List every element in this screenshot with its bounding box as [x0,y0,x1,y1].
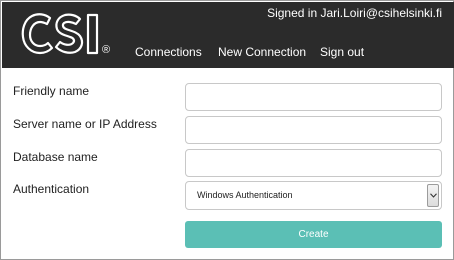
nav-sign-out-link[interactable]: Sign out [320,44,364,60]
authentication-label: Authentication [13,182,90,196]
authentication-selected-value: Windows Authentication [197,190,293,200]
database-name-label: Database name [13,150,98,164]
new-connection-window: ® Signed in Jari.Loiri@csihelsinki.fi Co… [0,0,454,260]
top-nav: Connections New Connection Sign out [2,44,454,62]
friendly-name-input[interactable] [185,83,442,111]
create-button[interactable]: Create [185,221,442,248]
database-name-input[interactable] [185,149,442,177]
server-name-label: Server name or IP Address [13,117,157,131]
chevron-down-icon[interactable] [427,184,439,207]
nav-new-connection-link[interactable]: New Connection [218,44,306,60]
authentication-select[interactable]: Windows Authentication [185,181,442,210]
friendly-name-label: Friendly name [13,84,90,98]
signed-in-text: Signed in Jari.Loiri@csihelsinki.fi [267,6,442,20]
header-bar: ® Signed in Jari.Loiri@csihelsinki.fi Co… [2,2,454,68]
server-name-input[interactable] [185,116,442,144]
nav-connections-link[interactable]: Connections [135,44,202,60]
